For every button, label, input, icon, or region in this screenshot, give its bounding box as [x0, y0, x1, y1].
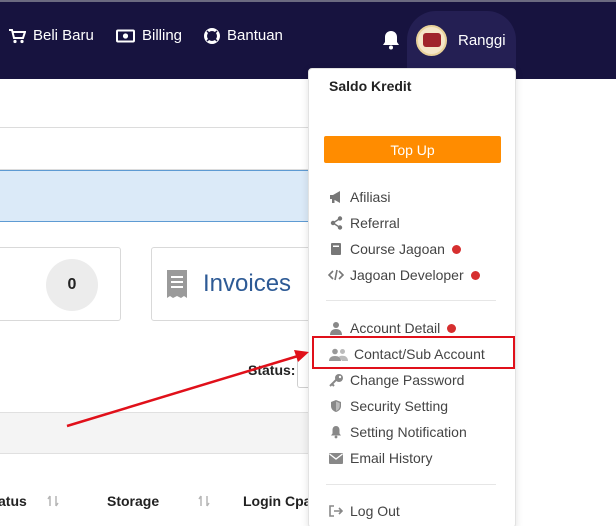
- annotation-arrow: [66, 350, 309, 428]
